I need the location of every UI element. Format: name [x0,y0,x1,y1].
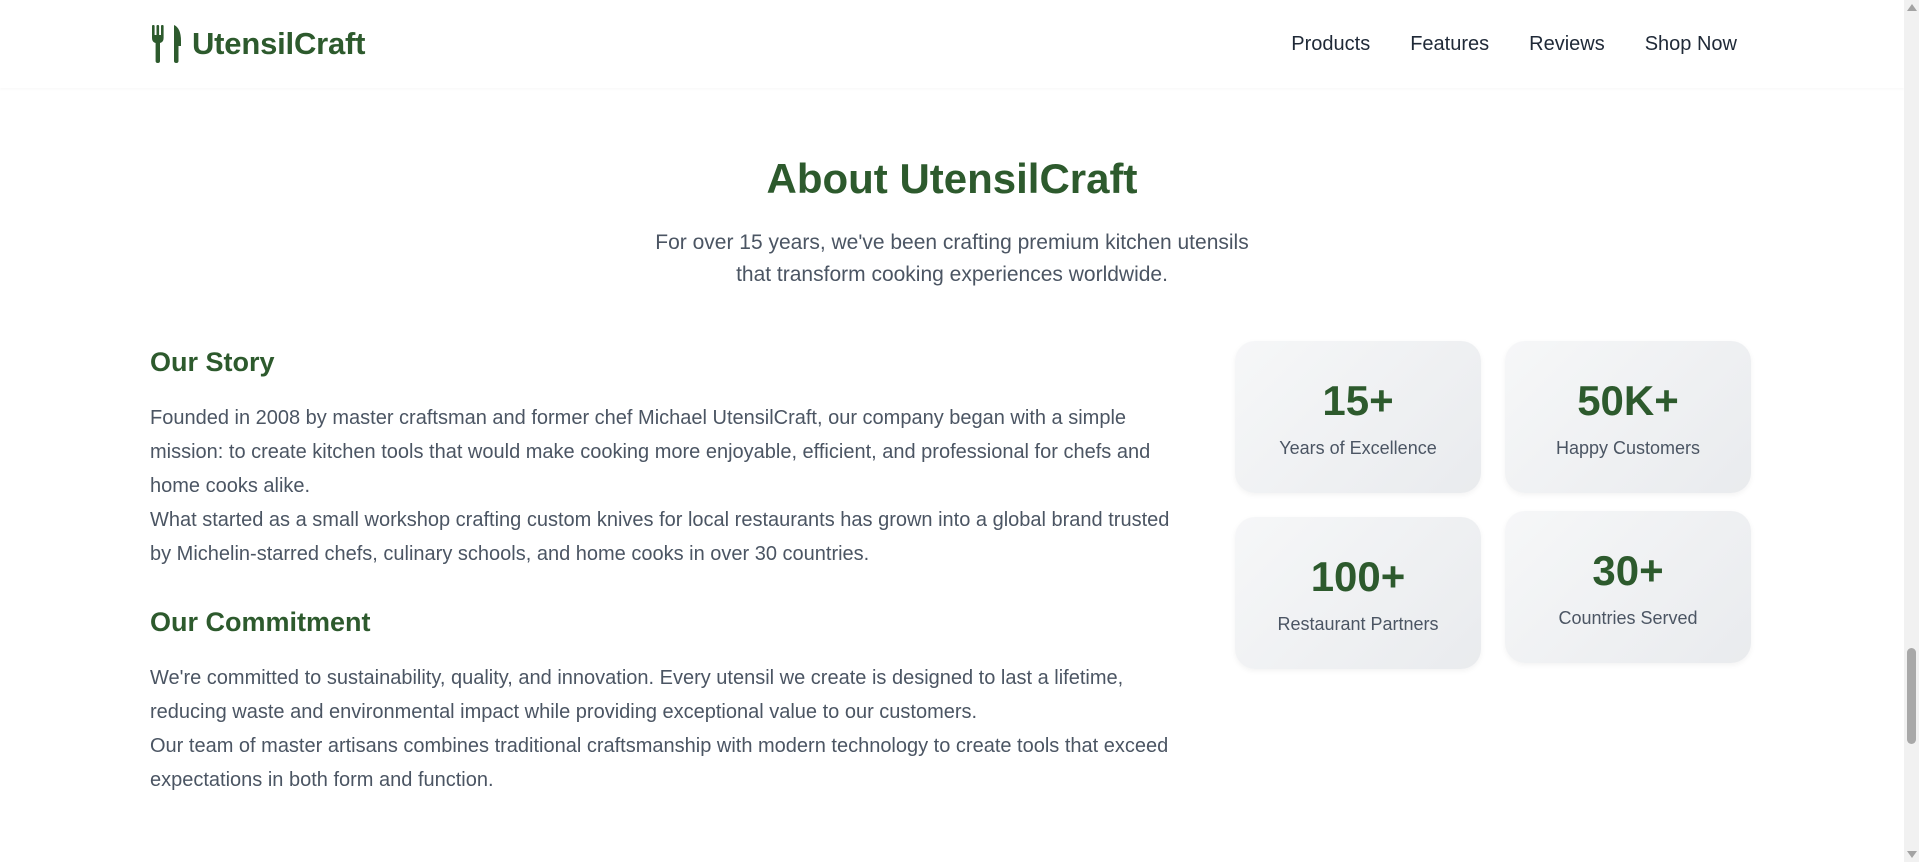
stat-card-countries: 30+ Countries Served [1505,511,1751,663]
vertical-scrollbar[interactable] [1904,0,1919,862]
stat-value: 100+ [1310,552,1406,600]
stat-card-restaurants: 100+ Restaurant Partners [1235,517,1481,669]
nav-link-features[interactable]: Features [1410,33,1489,56]
stat-label: Years of Excellence [1279,437,1437,458]
nav-link-shop-now[interactable]: Shop Now [1645,33,1737,56]
stat-value: 15+ [1322,376,1394,424]
main-nav: Products Features Reviews Shop Now [1291,33,1737,56]
our-commitment-heading: Our Commitment [150,607,371,637]
nav-link-reviews[interactable]: Reviews [1529,33,1605,56]
our-story-paragraph-2: What started as a small workshop craftin… [150,509,1170,565]
stat-card-customers: 50K+ Happy Customers [1505,341,1751,493]
about-subtitle-line-1: For over 15 years, we've been crafting p… [655,231,1249,254]
fork-knife-icon [152,25,181,63]
about-subtitle-line-2: that transform cooking experiences world… [736,263,1168,286]
brand-name: UtensilCraft [192,26,366,61]
stat-label: Happy Customers [1555,437,1701,458]
scroll-down-arrow-icon[interactable] [1907,851,1917,858]
our-commitment-paragraph-2: Our team of master artisans combines tra… [150,735,1169,791]
about-subtitle: For over 15 years, we've been crafting p… [0,227,1904,291]
stat-value: 50K+ [1577,376,1679,424]
page: UtensilCraft Products Features Reviews S… [0,0,1904,862]
stat-label: Restaurant Partners [1277,613,1439,634]
about-title: About UtensilCraft [766,155,1138,202]
brand-logo-link[interactable]: UtensilCraft [150,25,365,63]
scroll-up-arrow-icon[interactable] [1907,4,1917,11]
stat-label: Countries Served [1558,607,1698,628]
stat-value: 30+ [1592,546,1664,594]
our-story-heading: Our Story [150,347,275,377]
site-header: UtensilCraft Products Features Reviews S… [0,0,1904,88]
nav-link-products[interactable]: Products [1291,33,1370,56]
stat-card-years: 15+ Years of Excellence [1235,341,1481,493]
our-story-paragraph-1: Founded in 2008 by master craftsman and … [150,407,1151,497]
scrollbar-thumb[interactable] [1907,648,1916,744]
our-commitment-paragraph-1: We're committed to sustainability, quali… [150,667,1124,723]
